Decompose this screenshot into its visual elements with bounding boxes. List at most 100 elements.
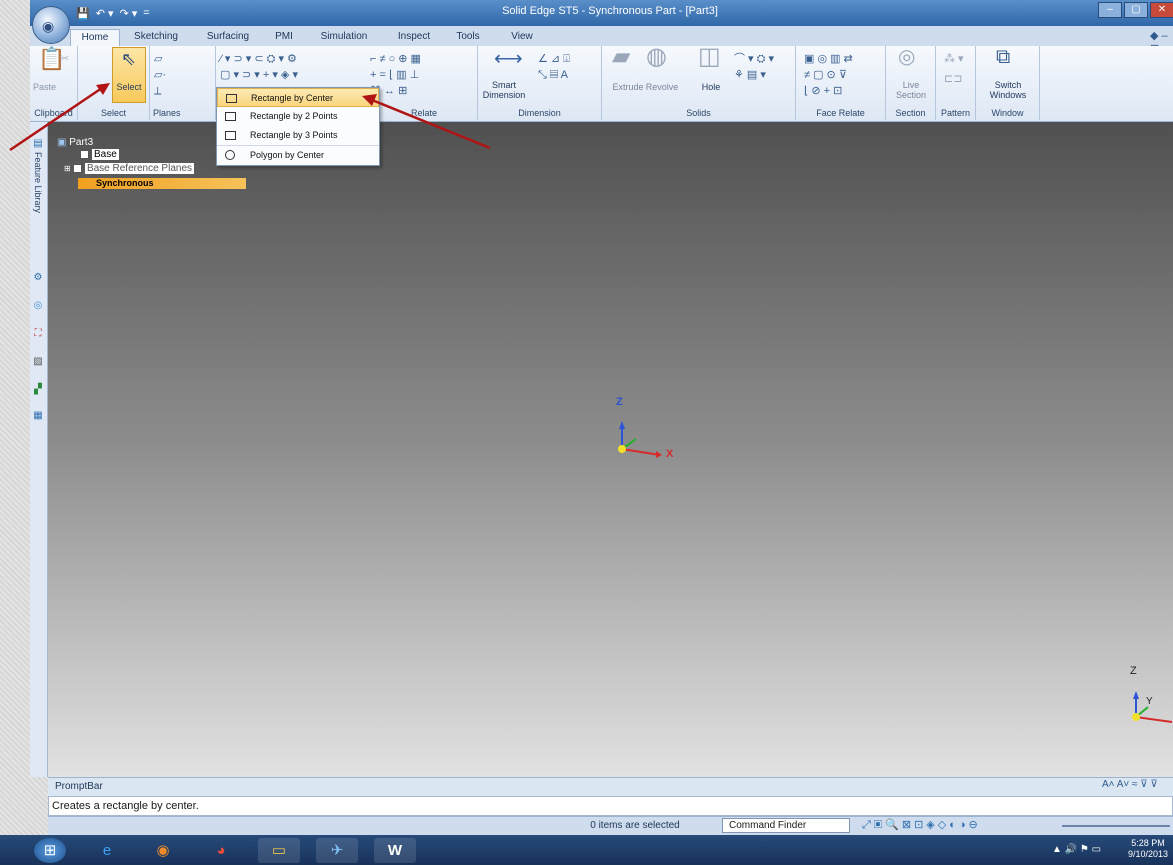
corner-axis-z-label: Z xyxy=(1130,665,1137,677)
command-finder-input[interactable]: Command Finder xyxy=(722,818,850,833)
menu-item-label: Rectangle by 3 Points xyxy=(250,130,338,140)
hole-label: Hole xyxy=(701,82,721,92)
save-icon[interactable]: 💾 xyxy=(76,7,90,20)
pathfinder-icon[interactable]: ⚙ xyxy=(32,272,44,284)
feature-library-tab-icon[interactable]: ▤ xyxy=(32,138,44,150)
tab-surfacing[interactable]: Surfacing xyxy=(200,29,256,46)
quick-access-toolbar: 💾 ↶ ▾ ↷ ▾ = xyxy=(76,5,150,21)
pattern-solids-icon[interactable]: ⚘ ▤ ▾ xyxy=(734,68,766,82)
group-label-planes: Planes xyxy=(153,108,181,118)
hole-icon[interactable]: ◫ xyxy=(698,45,721,69)
tab-inspect[interactable]: Inspect xyxy=(392,29,436,46)
polygon-center-icon xyxy=(225,150,235,160)
face-relate-row3[interactable]: ⌊ ⊘ + ⊡ xyxy=(804,84,842,98)
live-section-label: Live Section xyxy=(895,80,927,100)
menu-item-rectangle-by-3-points[interactable]: Rectangle by 3 Points xyxy=(217,126,379,145)
draw-tools-row1[interactable]: ⁄ ▾ ⊃ ▾ ⊂ ⛭ ▾ ⚙ xyxy=(220,52,297,66)
tab-simulation[interactable]: Simulation xyxy=(314,29,374,46)
relate-row1[interactable]: ⌐ ≠ ○ ⊕ ▦ xyxy=(370,52,421,66)
undo-icon[interactable]: ↶ ▾ xyxy=(96,7,114,20)
promptbar-header xyxy=(48,777,1173,796)
redo-icon[interactable]: ↷ ▾ xyxy=(120,7,138,20)
switch-windows-icon[interactable]: ⧉ xyxy=(996,47,1010,67)
tab-view[interactable]: View xyxy=(504,29,540,46)
base-visibility-checkbox[interactable] xyxy=(80,149,89,159)
tree-item-label: Base Reference Planes xyxy=(84,163,195,174)
plane-normal-icon[interactable]: ⟂ xyxy=(154,84,161,98)
smart-dimension-icon[interactable]: ⟷ xyxy=(494,49,523,69)
internet-explorer-icon[interactable]: e xyxy=(86,838,128,863)
extrude-icon[interactable]: ▰ xyxy=(612,45,630,69)
feature-library-strip xyxy=(30,122,48,777)
chrome-icon[interactable]: ◕ xyxy=(200,838,242,863)
graphics-viewport[interactable]: Z X Z Y xyxy=(48,122,1173,777)
layers-icon[interactable]: ◎ xyxy=(32,300,44,312)
application-button[interactable]: ◉ xyxy=(32,6,70,44)
word-icon[interactable]: W xyxy=(374,838,416,863)
group-label-section: Section xyxy=(895,108,926,118)
plane-offset-icon[interactable]: ▱· xyxy=(154,68,166,82)
view-tools-icons[interactable]: ⤢▣🔍⊠⊡◈◇◐◑⊖ xyxy=(862,818,981,832)
minimize-button[interactable]: – xyxy=(1098,2,1122,18)
clock[interactable]: 5:28 PM 9/10/2013 xyxy=(1128,838,1168,860)
menu-item-label: Polygon by Center xyxy=(250,150,325,160)
rectangle-dropdown-icon[interactable]: ▢ ▾ ⊃ ▾ + ▾ ◈ ▾ xyxy=(220,68,298,82)
feature-library-label[interactable]: Feature Library xyxy=(33,152,43,213)
switch-windows-label: Switch Windows xyxy=(989,80,1027,100)
tree-item-synchronous[interactable]: Synchronous xyxy=(78,178,246,189)
face-relate-row1[interactable]: ▣ ◎ ▥ ⇄ xyxy=(804,52,853,66)
rectangle-dropdown-menu: Rectangle by Center Rectangle by 2 Point… xyxy=(216,87,380,166)
tree-item-base[interactable]: Base xyxy=(80,149,119,161)
center-triad xyxy=(618,421,662,458)
group-label-dimension: Dimension xyxy=(518,108,561,118)
firefox-icon[interactable]: ◉ xyxy=(142,838,184,863)
revolve-label: Revolve xyxy=(645,82,679,92)
tab-sketching[interactable]: Sketching xyxy=(126,29,186,46)
revolve-icon[interactable]: ◍ xyxy=(646,45,667,69)
ribbon: 📋 Paste ✂ Clipboard ▣ ⚲ ⚙ Select ▱ ▱· ⟂ … xyxy=(30,45,1173,122)
angle-dimension-icon[interactable]: ∠ ⊿ ⍗ xyxy=(538,52,570,66)
paste-label: Paste xyxy=(33,82,57,92)
tab-home[interactable]: Home xyxy=(70,29,120,46)
menu-item-polygon-by-center[interactable]: Polygon by Center xyxy=(217,145,379,164)
maximize-button[interactable]: ▢ xyxy=(1124,2,1148,18)
relate-row2[interactable]: + = ⌊ ▥ ⊥ xyxy=(370,68,419,82)
tree-root[interactable]: ▣ Part3 xyxy=(57,137,93,149)
promptbar-title: PromptBar xyxy=(55,781,103,792)
pattern-icon[interactable]: ⁂ ▾ xyxy=(944,52,964,66)
dimension-tools-icon[interactable]: ⤡ ▤ A xyxy=(538,68,568,82)
menu-item-rectangle-by-center[interactable]: Rectangle by Center xyxy=(217,88,379,107)
system-tray-icons[interactable]: ▲ 🔊 ⚑ ▭ xyxy=(1052,844,1101,855)
planes-visibility-checkbox[interactable] xyxy=(72,163,82,173)
window-controls: – ▢ ✕ xyxy=(1098,2,1173,18)
file-explorer-icon[interactable]: ▭ xyxy=(258,838,300,863)
corner-axis-y-label: Y xyxy=(1146,696,1153,707)
mirror-icon[interactable]: ⊏⊐ xyxy=(944,72,962,86)
colors-icon[interactable]: ▞ xyxy=(32,384,44,396)
select-arrow-icon: ⇖ xyxy=(121,49,137,69)
solids-tools-icon[interactable]: ⌒ ▾ ⛭ ▾ xyxy=(734,52,774,66)
zoom-slider[interactable] xyxy=(1062,825,1170,827)
tree-item-base-reference-planes[interactable]: ⊞ Base Reference Planes xyxy=(64,163,195,175)
solid-edge-taskbar-icon[interactable]: ✈ xyxy=(316,838,358,863)
plane-icon[interactable]: ▱ xyxy=(154,52,162,66)
menu-item-rectangle-by-2-points[interactable]: Rectangle by 2 Points xyxy=(217,107,379,126)
selection-status: 0 items are selected xyxy=(590,820,680,831)
sensors-icon[interactable]: ⛶ xyxy=(32,328,44,340)
properties-icon[interactable]: ▦ xyxy=(32,410,44,422)
camera-icon[interactable]: ▨ xyxy=(32,356,44,368)
face-relate-row2[interactable]: ≠ ▢ ⊙ ⊽ xyxy=(804,68,847,82)
tab-tools[interactable]: Tools xyxy=(452,29,484,46)
start-button[interactable]: ⊞ xyxy=(34,838,66,863)
customize-qat-icon[interactable]: = xyxy=(143,7,149,19)
select-button[interactable]: ⇖ Select xyxy=(112,47,146,103)
promptbar-message: Creates a rectangle by center. xyxy=(48,796,1173,816)
menu-item-label: Rectangle by 2 Points xyxy=(250,111,338,121)
live-section-icon[interactable]: ◎ xyxy=(898,47,915,67)
axis-x-label: X xyxy=(666,448,674,460)
cut-icon[interactable]: ✂ xyxy=(60,52,69,66)
close-button[interactable]: ✕ xyxy=(1150,2,1173,18)
promptbar-tools[interactable]: A˄ A˅ ≈ ⊽ ⊽ xyxy=(1102,779,1158,790)
expand-icon[interactable]: ⊞ xyxy=(64,164,73,173)
tab-pmi[interactable]: PMI xyxy=(270,29,298,46)
